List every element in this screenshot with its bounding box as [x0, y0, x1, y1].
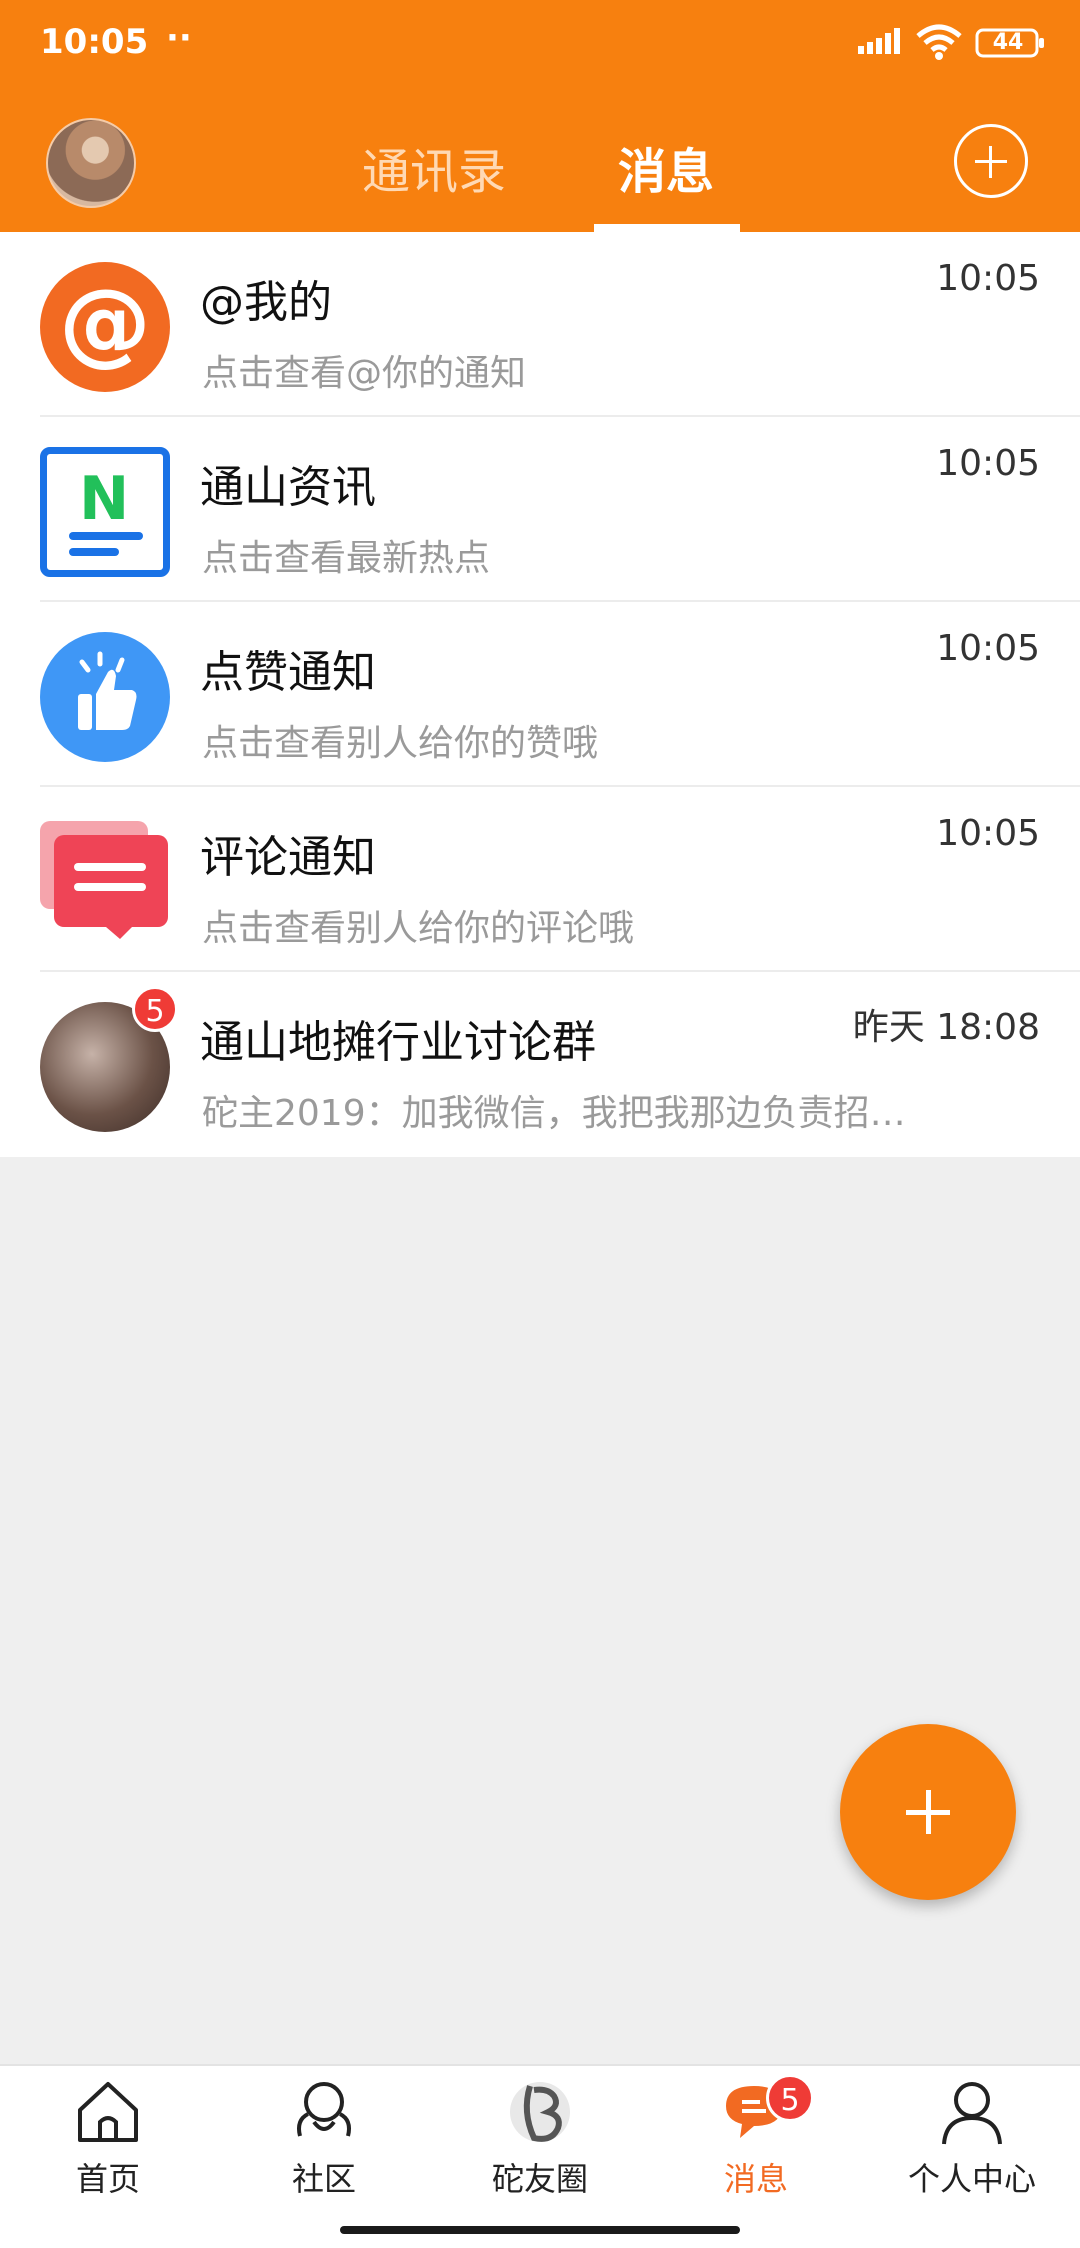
nav-label: 首页	[75, 2160, 140, 2198]
at-icon: @	[40, 262, 170, 392]
nav-label: 社区	[291, 2160, 356, 2198]
thumbs-up-icon	[40, 632, 170, 762]
home-icon	[78, 2082, 138, 2142]
list-item[interactable]: 评论通知 点击查看别人给你的评论哦 10:05	[0, 787, 1080, 972]
list-item[interactable]: N 通山资讯 点击查看最新热点 10:05	[0, 417, 1080, 602]
battery-level: 44	[992, 30, 1024, 55]
item-time: 10:05	[936, 443, 1040, 484]
signal-icon	[858, 28, 900, 54]
unread-badge: 5	[132, 986, 178, 1032]
top-header: 10:05 ·· 44 通讯录 消息	[0, 0, 1080, 232]
nav-label: 砣友圈	[491, 2160, 588, 2198]
item-title: @我的	[200, 277, 332, 328]
tab-contacts[interactable]: 通讯录	[362, 132, 506, 202]
nav-circle[interactable]: 砣友圈	[432, 2066, 648, 2216]
comment-icon	[40, 817, 170, 947]
nav-home[interactable]: 首页	[0, 2066, 216, 2216]
floating-add-button[interactable]	[840, 1724, 1016, 1900]
nav-label: 消息	[723, 2160, 788, 2198]
item-title: 通山地摊行业讨论群	[200, 1017, 596, 1068]
item-title: 评论通知	[200, 832, 376, 883]
list-item[interactable]: 点赞通知 点击查看别人给你的赞哦 10:05	[0, 602, 1080, 787]
bottom-nav: 首页 社区 砣友圈 5 消息 个人中心	[0, 2064, 1080, 2248]
item-time: 10:05	[936, 628, 1040, 669]
item-time: 10:05	[936, 258, 1040, 299]
community-icon	[297, 2082, 351, 2137]
status-bar: 10:05 ·· 44	[0, 0, 1080, 90]
item-subtitle: 点击查看别人给你的评论哦	[202, 908, 635, 949]
nav-messages[interactable]: 5 消息	[648, 2066, 864, 2216]
item-time: 昨天 18:08	[852, 1007, 1040, 1048]
item-subtitle: 砣主2019：加我微信，我把我那边负责招…	[202, 1093, 906, 1134]
item-subtitle: 点击查看最新热点	[202, 538, 491, 579]
message-list: @ @我的 点击查看@你的通知 10:05 N 通山资讯 点击查看最新热点 10…	[0, 232, 1080, 1157]
active-tab-indicator	[594, 224, 740, 232]
nav-unread-badge: 5	[766, 2074, 814, 2122]
circle-logo-icon	[510, 2082, 570, 2142]
list-item[interactable]: 5 通山地摊行业讨论群 砣主2019：加我微信，我把我那边负责招… 昨天 18:…	[0, 972, 1080, 1157]
item-title: 通山资讯	[200, 462, 376, 513]
tab-row: 通讯录 消息	[0, 90, 1080, 232]
item-time: 10:05	[936, 813, 1040, 854]
home-indicator[interactable]	[340, 2226, 740, 2234]
news-icon: N	[40, 447, 170, 577]
tab-messages[interactable]: 消息	[618, 132, 714, 202]
person-icon	[942, 2082, 1002, 2145]
wifi-icon	[916, 24, 962, 60]
add-circle-icon[interactable]	[954, 124, 1028, 198]
user-avatar[interactable]	[46, 118, 136, 208]
status-time: 10:05	[40, 22, 149, 62]
status-dots: ··	[166, 18, 192, 58]
nav-community[interactable]: 社区	[216, 2066, 432, 2216]
nav-label: 个人中心	[907, 2160, 1036, 2198]
item-subtitle: 点击查看别人给你的赞哦	[202, 723, 599, 764]
nav-profile[interactable]: 个人中心	[864, 2066, 1080, 2216]
item-title: 点赞通知	[200, 647, 376, 698]
item-subtitle: 点击查看@你的通知	[202, 353, 527, 394]
list-item[interactable]: @ @我的 点击查看@你的通知 10:05	[0, 232, 1080, 417]
